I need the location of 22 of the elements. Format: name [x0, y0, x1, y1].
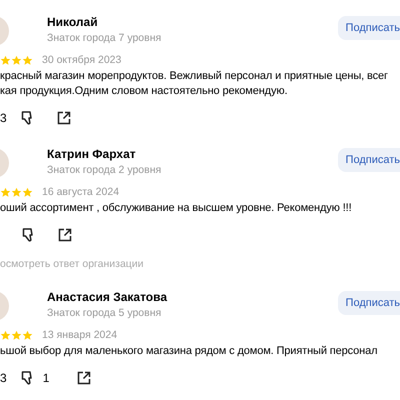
review-text: кая продукция.Одним словом настоятельно рекомендую. — [0, 84, 288, 99]
review-date: 13 января 2024 — [42, 329, 118, 341]
author-name[interactable]: Анастасия Закатова — [47, 288, 168, 306]
author-level: Знаток города 5 уровня — [47, 306, 162, 321]
like-count: 3 — [0, 371, 7, 385]
author-name[interactable]: Николай — [47, 13, 162, 31]
subscribe-button[interactable]: Подписать — [338, 291, 400, 315]
subscribe-button[interactable]: Подписать — [338, 148, 400, 172]
review-text: оший ассортимент , обслуживание на высшем уровне. Рекомендую !!! — [0, 201, 353, 216]
author-level: Знаток города 2 уровня — [47, 163, 162, 178]
share-icon[interactable] — [56, 111, 71, 125]
review-text: красный магазин морепродуктов. Вежливый персонал и приятные цены, всег — [0, 69, 389, 84]
share-icon[interactable] — [77, 371, 92, 385]
review-date: 30 октября 2023 — [42, 54, 122, 66]
share-icon[interactable] — [58, 228, 72, 242]
dislike-count: 1 — [42, 371, 50, 385]
subscribe-button[interactable]: Подписать — [338, 16, 400, 40]
review-date: 16 августа 2024 — [42, 186, 120, 198]
author-name[interactable]: Катрин Фархат — [47, 145, 162, 163]
review-text: ьшой выбор для маленького магазина рядом с домом. Приятный персонал — [0, 344, 378, 359]
author-level: Знаток города 7 уровня — [47, 31, 162, 46]
like-count: 3 — [0, 111, 7, 125]
